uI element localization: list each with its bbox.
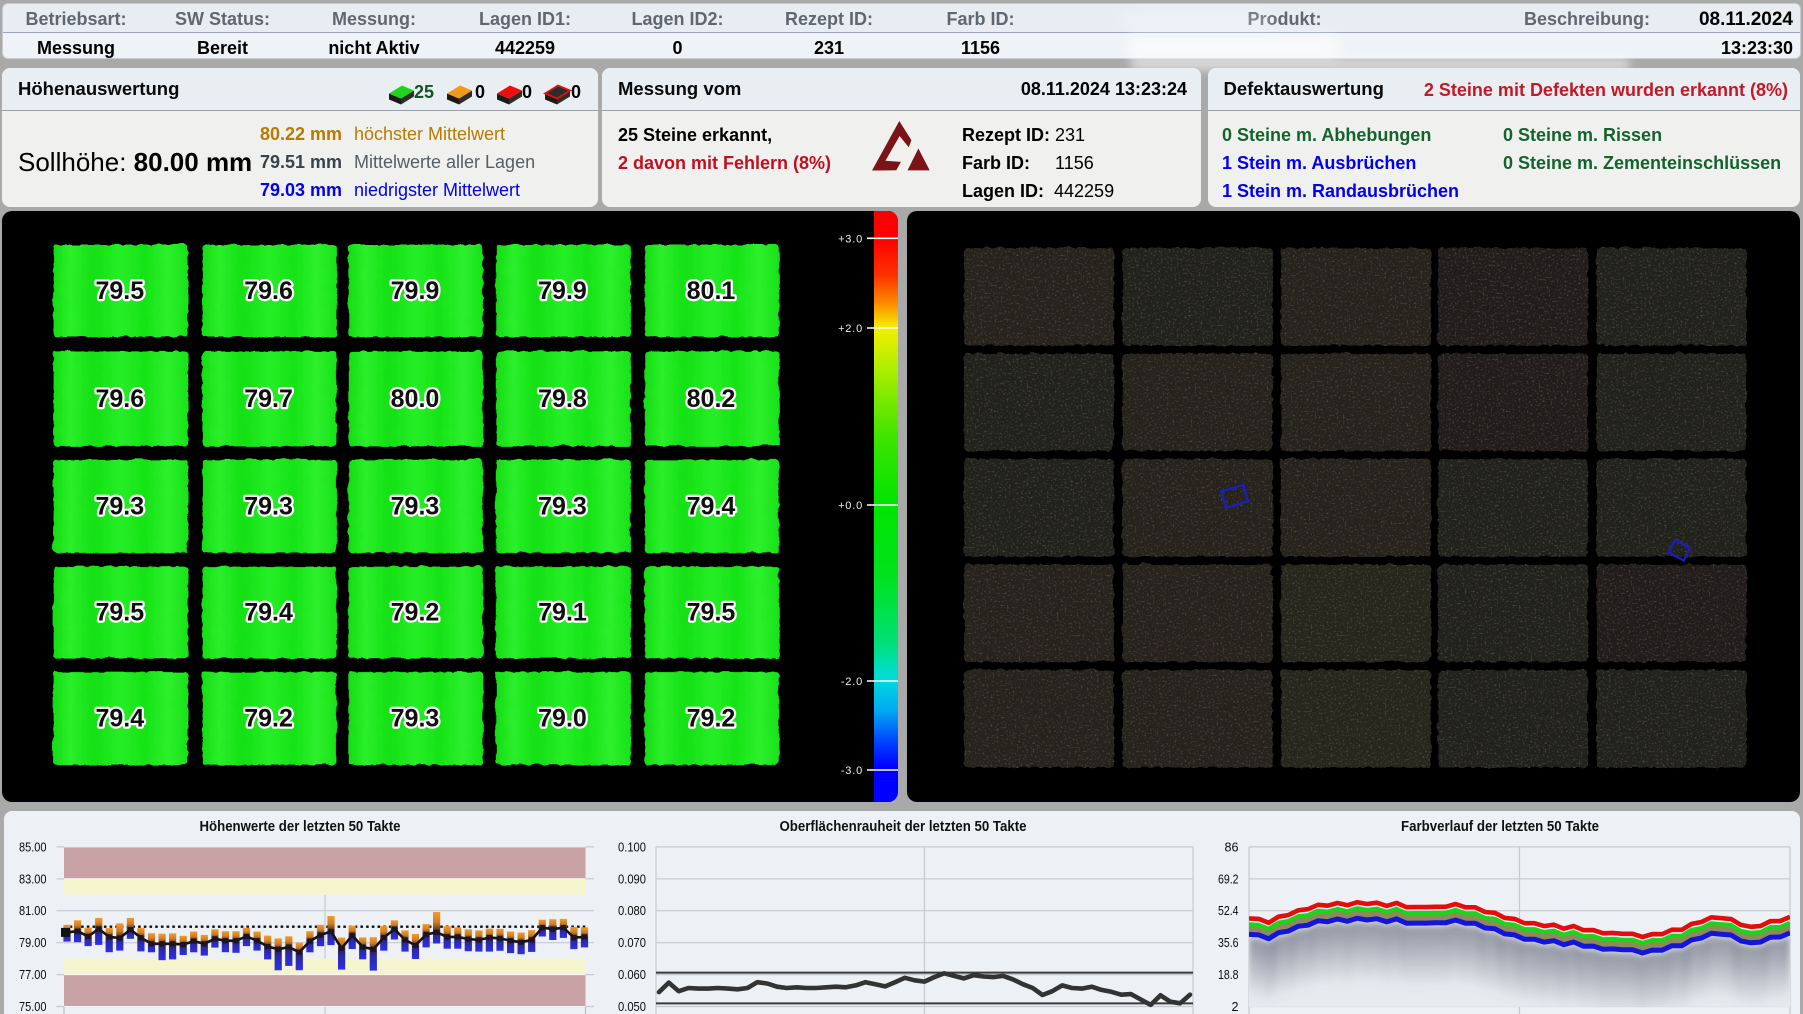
svg-text:77.00: 77.00	[19, 967, 47, 982]
svg-text:0.070: 0.070	[618, 935, 646, 950]
svg-text:Oberflächenrauheit der letzten: Oberflächenrauheit der letzten 50 Takte	[780, 819, 1027, 835]
svg-text:79.00: 79.00	[19, 935, 47, 950]
svg-text:Farbverlauf der letzten 50 Tak: Farbverlauf der letzten 50 Takte	[1401, 819, 1599, 835]
svg-text:86: 86	[1225, 839, 1239, 854]
svg-text:85.00: 85.00	[19, 839, 47, 854]
svg-text:0.080: 0.080	[618, 903, 646, 918]
svg-text:0.090: 0.090	[618, 871, 646, 886]
svg-text:18.8: 18.8	[1218, 967, 1239, 982]
svg-text:69.2: 69.2	[1218, 871, 1239, 886]
svg-text:0.050: 0.050	[618, 999, 646, 1014]
svg-text:75.00: 75.00	[19, 999, 47, 1014]
svg-text:35.6: 35.6	[1218, 935, 1239, 950]
svg-text:2: 2	[1232, 999, 1239, 1014]
svg-text:83.00: 83.00	[19, 871, 47, 886]
svg-text:52.4: 52.4	[1218, 903, 1239, 918]
svg-text:81.00: 81.00	[19, 903, 47, 918]
svg-text:0.100: 0.100	[618, 839, 646, 854]
svg-text:0.060: 0.060	[618, 967, 646, 982]
svg-text:Höhenwerte der letzten 50 Takt: Höhenwerte der letzten 50 Takte	[200, 819, 401, 835]
